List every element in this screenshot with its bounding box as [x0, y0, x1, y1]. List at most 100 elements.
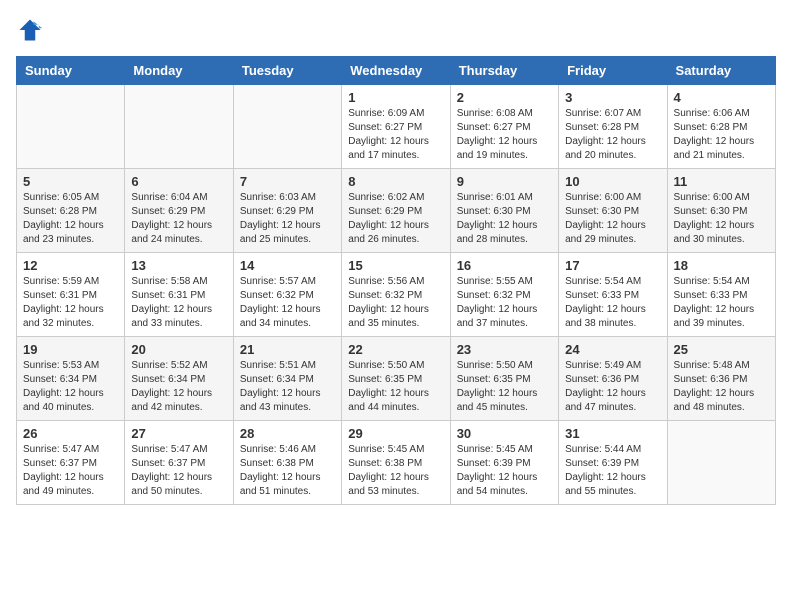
header [16, 16, 776, 44]
day-info: Sunrise: 6:06 AM Sunset: 6:28 PM Dayligh… [674, 107, 769, 163]
day-info: Sunrise: 6:02 AM Sunset: 6:29 PM Dayligh… [348, 191, 443, 247]
day-number: 12 [23, 258, 118, 273]
weekday-header: Sunday [17, 57, 125, 85]
day-number: 26 [23, 426, 118, 441]
weekday-header: Saturday [667, 57, 775, 85]
day-number: 17 [565, 258, 660, 273]
day-info: Sunrise: 6:08 AM Sunset: 6:27 PM Dayligh… [457, 107, 552, 163]
calendar-cell: 29Sunrise: 5:45 AM Sunset: 6:38 PM Dayli… [342, 421, 450, 505]
day-info: Sunrise: 5:55 AM Sunset: 6:32 PM Dayligh… [457, 275, 552, 331]
calendar-header-row: SundayMondayTuesdayWednesdayThursdayFrid… [17, 57, 776, 85]
weekday-header: Thursday [450, 57, 558, 85]
day-info: Sunrise: 5:51 AM Sunset: 6:34 PM Dayligh… [240, 359, 335, 415]
calendar-cell: 7 Sunrise: 6:03 AM Sunset: 6:29 PM Daylig… [233, 169, 341, 253]
day-number: 27 [131, 426, 226, 441]
day-info: Sunrise: 6:00 AM Sunset: 6:30 PM Dayligh… [674, 191, 769, 247]
calendar-week-row: 5 Sunrise: 6:05 AM Sunset: 6:28 PM Daylig… [17, 169, 776, 253]
day-number: 31 [565, 426, 660, 441]
calendar-cell: 9 Sunrise: 6:01 AM Sunset: 6:30 PM Daylig… [450, 169, 558, 253]
calendar: SundayMondayTuesdayWednesdayThursdayFrid… [16, 56, 776, 505]
logo [16, 16, 48, 44]
day-info: Sunrise: 5:54 AM Sunset: 6:33 PM Dayligh… [565, 275, 660, 331]
day-info: Sunrise: 5:47 AM Sunset: 6:37 PM Dayligh… [23, 443, 118, 499]
weekday-header: Friday [559, 57, 667, 85]
day-info: Sunrise: 5:48 AM Sunset: 6:36 PM Dayligh… [674, 359, 769, 415]
day-number: 3 [565, 90, 660, 105]
day-info: Sunrise: 5:47 AM Sunset: 6:37 PM Dayligh… [131, 443, 226, 499]
day-number: 15 [348, 258, 443, 273]
day-info: Sunrise: 5:50 AM Sunset: 6:35 PM Dayligh… [348, 359, 443, 415]
calendar-cell: 15 Sunrise: 5:56 AM Sunset: 6:32 PM Dayli… [342, 253, 450, 337]
calendar-cell: 3 Sunrise: 6:07 AM Sunset: 6:28 PM Daylig… [559, 85, 667, 169]
day-info: Sunrise: 6:05 AM Sunset: 6:28 PM Dayligh… [23, 191, 118, 247]
calendar-cell: 10Sunrise: 6:00 AM Sunset: 6:30 PM Dayli… [559, 169, 667, 253]
calendar-week-row: 12Sunrise: 5:59 AM Sunset: 6:31 PM Dayli… [17, 253, 776, 337]
day-number: 7 [240, 174, 335, 189]
day-info: Sunrise: 6:04 AM Sunset: 6:29 PM Dayligh… [131, 191, 226, 247]
day-number: 23 [457, 342, 552, 357]
day-number: 8 [348, 174, 443, 189]
day-number: 1 [348, 90, 443, 105]
day-number: 25 [674, 342, 769, 357]
calendar-cell: 30 Sunrise: 5:45 AM Sunset: 6:39 PM Dayli… [450, 421, 558, 505]
calendar-cell: 11Sunrise: 6:00 AM Sunset: 6:30 PM Dayli… [667, 169, 775, 253]
day-info: Sunrise: 5:57 AM Sunset: 6:32 PM Dayligh… [240, 275, 335, 331]
day-info: Sunrise: 5:53 AM Sunset: 6:34 PM Dayligh… [23, 359, 118, 415]
calendar-cell [233, 85, 341, 169]
day-number: 24 [565, 342, 660, 357]
day-number: 22 [348, 342, 443, 357]
calendar-cell: 8 Sunrise: 6:02 AM Sunset: 6:29 PM Daylig… [342, 169, 450, 253]
day-number: 20 [131, 342, 226, 357]
day-number: 9 [457, 174, 552, 189]
day-number: 5 [23, 174, 118, 189]
day-info: Sunrise: 6:07 AM Sunset: 6:28 PM Dayligh… [565, 107, 660, 163]
day-number: 21 [240, 342, 335, 357]
calendar-cell: 23Sunrise: 5:50 AM Sunset: 6:35 PM Dayli… [450, 337, 558, 421]
calendar-week-row: 19Sunrise: 5:53 AM Sunset: 6:34 PM Dayli… [17, 337, 776, 421]
day-number: 13 [131, 258, 226, 273]
day-number: 18 [674, 258, 769, 273]
calendar-cell: 26 Sunrise: 5:47 AM Sunset: 6:37 PM Dayli… [17, 421, 125, 505]
calendar-cell: 19Sunrise: 5:53 AM Sunset: 6:34 PM Dayli… [17, 337, 125, 421]
calendar-cell [125, 85, 233, 169]
day-number: 16 [457, 258, 552, 273]
calendar-cell [17, 85, 125, 169]
calendar-cell: 1 Sunrise: 6:09 AM Sunset: 6:27 PM Daylig… [342, 85, 450, 169]
day-info: Sunrise: 5:46 AM Sunset: 6:38 PM Dayligh… [240, 443, 335, 499]
day-number: 6 [131, 174, 226, 189]
calendar-cell: 5 Sunrise: 6:05 AM Sunset: 6:28 PM Daylig… [17, 169, 125, 253]
calendar-cell: 12Sunrise: 5:59 AM Sunset: 6:31 PM Dayli… [17, 253, 125, 337]
day-info: Sunrise: 5:56 AM Sunset: 6:32 PM Dayligh… [348, 275, 443, 331]
calendar-cell: 24 Sunrise: 5:49 AM Sunset: 6:36 PM Dayli… [559, 337, 667, 421]
calendar-cell: 16 Sunrise: 5:55 AM Sunset: 6:32 PM Dayli… [450, 253, 558, 337]
weekday-header: Wednesday [342, 57, 450, 85]
day-info: Sunrise: 6:03 AM Sunset: 6:29 PM Dayligh… [240, 191, 335, 247]
calendar-cell: 2 Sunrise: 6:08 AM Sunset: 6:27 PM Daylig… [450, 85, 558, 169]
logo-icon [16, 16, 44, 44]
day-number: 30 [457, 426, 552, 441]
day-info: Sunrise: 5:45 AM Sunset: 6:39 PM Dayligh… [457, 443, 552, 499]
day-info: Sunrise: 6:01 AM Sunset: 6:30 PM Dayligh… [457, 191, 552, 247]
calendar-cell: 21 Sunrise: 5:51 AM Sunset: 6:34 PM Dayli… [233, 337, 341, 421]
calendar-cell: 14Sunrise: 5:57 AM Sunset: 6:32 PM Dayli… [233, 253, 341, 337]
weekday-header: Monday [125, 57, 233, 85]
calendar-cell: 31 Sunrise: 5:44 AM Sunset: 6:39 PM Dayli… [559, 421, 667, 505]
day-number: 2 [457, 90, 552, 105]
day-info: Sunrise: 5:49 AM Sunset: 6:36 PM Dayligh… [565, 359, 660, 415]
calendar-cell: 25 Sunrise: 5:48 AM Sunset: 6:36 PM Dayli… [667, 337, 775, 421]
calendar-cell: 6 Sunrise: 6:04 AM Sunset: 6:29 PM Daylig… [125, 169, 233, 253]
calendar-cell: 27 Sunrise: 5:47 AM Sunset: 6:37 PM Dayli… [125, 421, 233, 505]
calendar-cell: 17 Sunrise: 5:54 AM Sunset: 6:33 PM Dayli… [559, 253, 667, 337]
calendar-cell: 28Sunrise: 5:46 AM Sunset: 6:38 PM Dayli… [233, 421, 341, 505]
day-info: Sunrise: 5:54 AM Sunset: 6:33 PM Dayligh… [674, 275, 769, 331]
calendar-cell [667, 421, 775, 505]
day-info: Sunrise: 5:45 AM Sunset: 6:38 PM Dayligh… [348, 443, 443, 499]
calendar-cell: 4Sunrise: 6:06 AM Sunset: 6:28 PM Daylig… [667, 85, 775, 169]
day-info: Sunrise: 5:44 AM Sunset: 6:39 PM Dayligh… [565, 443, 660, 499]
calendar-cell: 18 Sunrise: 5:54 AM Sunset: 6:33 PM Dayli… [667, 253, 775, 337]
calendar-cell: 22 Sunrise: 5:50 AM Sunset: 6:35 PM Dayli… [342, 337, 450, 421]
weekday-header: Tuesday [233, 57, 341, 85]
calendar-week-row: 1 Sunrise: 6:09 AM Sunset: 6:27 PM Daylig… [17, 85, 776, 169]
day-info: Sunrise: 6:09 AM Sunset: 6:27 PM Dayligh… [348, 107, 443, 163]
calendar-week-row: 26 Sunrise: 5:47 AM Sunset: 6:37 PM Dayli… [17, 421, 776, 505]
